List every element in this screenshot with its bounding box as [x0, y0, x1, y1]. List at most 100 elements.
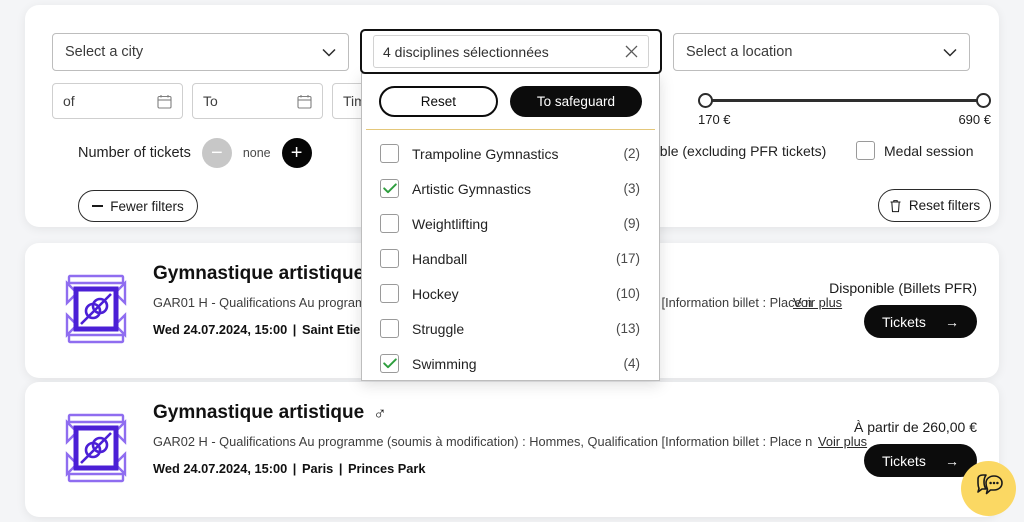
dropdown-divider — [366, 129, 655, 130]
result-title: Gymnastique artistique ♂ — [153, 263, 387, 285]
result-date: Wed 24.07.2024, 15:00 — [153, 322, 288, 337]
ticket-counter: Number of tickets − none + — [78, 138, 312, 168]
result-meta: Wed 24.07.2024, 15:00 | Saint Etienne — [153, 322, 383, 337]
disciplines-trigger-label: 4 disciplines sélectionnées — [383, 43, 549, 60]
meta-separator: | — [292, 322, 300, 337]
date-to-label: To — [203, 93, 218, 109]
discipline-option-label: Handball — [412, 250, 468, 267]
price-min-label: 170 € — [698, 112, 731, 127]
discipline-option-count: (13) — [615, 321, 640, 336]
result-card[interactable]: Gymnastique artistique ♂ GAR02 H - Quali… — [25, 382, 999, 517]
result-meta: Wed 24.07.2024, 15:00 | Paris | Princes … — [153, 461, 426, 476]
checkbox-box[interactable] — [380, 249, 399, 268]
disciplines-dropdown-trigger[interactable]: 4 disciplines sélectionnées — [360, 29, 662, 74]
fewer-filters-button[interactable]: Fewer filters — [78, 190, 198, 222]
disciplines-dropdown-panel: Reset To safeguard Trampoline Gymnastics… — [361, 73, 660, 381]
fewer-filters-label: Fewer filters — [110, 198, 184, 214]
chevron-down-icon — [322, 48, 336, 57]
result-status: À partir de 260,00 € — [854, 419, 977, 435]
result-status: Disponible (Billets PFR) — [829, 280, 977, 296]
medal-session-label: Medal session — [884, 142, 974, 159]
dropdown-reset-button[interactable]: Reset — [379, 86, 498, 117]
page-root: Select a city Select a location of To Ti — [0, 0, 1024, 522]
tickets-button-label: Tickets — [882, 452, 926, 469]
disciplines-trigger-inner[interactable]: 4 disciplines sélectionnées — [373, 35, 649, 68]
location-select[interactable]: Select a location — [673, 33, 970, 71]
checkbox-box[interactable] — [380, 319, 399, 338]
ticket-increment-button[interactable]: + — [281, 138, 312, 168]
result-see-more-link[interactable]: Voir plus — [793, 295, 842, 310]
date-from-label: of — [63, 93, 75, 109]
discipline-option-label: Hockey — [412, 285, 459, 302]
reset-filters-label: Reset filters — [908, 198, 981, 213]
discipline-option[interactable]: Struggle (13) — [362, 311, 659, 346]
date-from-input[interactable]: of — [52, 83, 183, 119]
minus-icon — [92, 205, 104, 207]
calendar-icon — [157, 94, 172, 109]
discipline-option-label: Struggle — [412, 320, 465, 337]
dropdown-actions: Reset To safeguard — [362, 86, 659, 129]
gymnastics-pictogram-icon — [55, 407, 137, 489]
discipline-option[interactable]: Weightlifting (9) — [362, 206, 659, 241]
arrow-right-icon: → — [945, 452, 959, 469]
ticket-counter-label: Number of tickets — [78, 145, 191, 161]
city-select-label: Select a city — [65, 44, 144, 60]
discipline-option-count: (9) — [623, 216, 641, 231]
checkbox-box[interactable] — [380, 284, 399, 303]
disciplines-option-list: Trampoline Gymnastics (2) Artistic Gymnast… — [362, 136, 659, 381]
discipline-option[interactable]: Handball (17) — [362, 241, 659, 276]
price-max-label: 690 € — [958, 112, 991, 127]
slider-track — [707, 99, 982, 102]
dropdown-save-button[interactable]: To safeguard — [509, 86, 642, 117]
checkbox-box — [856, 141, 875, 160]
result-venue: Princes Park — [347, 461, 426, 476]
result-city: Paris — [301, 461, 334, 476]
gymnastics-pictogram-icon — [55, 268, 137, 350]
discipline-option-label: Trampoline Gymnastics — [412, 145, 559, 162]
checkbox-box[interactable] — [380, 214, 399, 233]
chat-bubbles-icon — [974, 473, 1004, 504]
discipline-option-count: (4) — [623, 356, 641, 371]
discipline-option-count: (17) — [615, 251, 640, 266]
close-icon[interactable] — [624, 44, 639, 59]
result-see-more-link[interactable]: Voir plus — [818, 434, 867, 449]
result-title-text: Gymnastique artistique — [153, 263, 365, 284]
result-date: Wed 24.07.2024, 15:00 — [153, 461, 288, 476]
discipline-option[interactable]: Artistic Gymnastics (3) — [362, 171, 659, 206]
discipline-option-label: Swimming — [412, 355, 477, 372]
trash-icon — [889, 199, 902, 213]
calendar-icon — [297, 94, 312, 109]
meta-separator: | — [292, 461, 300, 476]
discipline-option-label: Artistic Gymnastics — [412, 180, 532, 197]
location-select-label: Select a location — [686, 44, 793, 60]
discipline-option[interactable]: Hockey (10) — [362, 276, 659, 311]
result-description: GAR02 H - Qualifications Au programme (s… — [153, 434, 813, 449]
checkbox-checked-icon[interactable] — [380, 354, 399, 373]
availability-checkbox[interactable]: vailable (excluding PFR tickets) — [631, 143, 826, 159]
ticket-decrement-button[interactable]: − — [201, 138, 232, 168]
discipline-option-label: Weightlifting — [412, 215, 489, 232]
arrow-right-icon: → — [945, 313, 959, 330]
tickets-button[interactable]: Tickets → — [864, 305, 977, 338]
slider-handle-min[interactable] — [698, 93, 713, 108]
checkbox-checked-icon[interactable] — [380, 179, 399, 198]
date-to-input[interactable]: To — [192, 83, 323, 119]
reset-filters-button[interactable]: Reset filters — [878, 189, 991, 222]
slider-handle-max[interactable] — [976, 93, 991, 108]
discipline-option-count: (3) — [623, 181, 641, 196]
discipline-option-count: (2) — [623, 146, 641, 161]
checkbox-box[interactable] — [380, 144, 399, 163]
discipline-option[interactable]: Swimming (4) — [362, 346, 659, 381]
availability-checkbox-label: vailable (excluding PFR tickets) — [631, 143, 827, 159]
ticket-count-value: none — [242, 146, 271, 160]
result-title: Gymnastique artistique ♂ — [153, 402, 387, 424]
city-select[interactable]: Select a city — [52, 33, 349, 71]
result-title-text: Gymnastique artistique — [153, 402, 365, 423]
discipline-option[interactable]: Trampoline Gymnastics (2) — [362, 136, 659, 171]
meta-separator: | — [338, 461, 346, 476]
male-gender-icon: ♂ — [373, 402, 387, 423]
discipline-option-count: (10) — [615, 286, 640, 301]
tickets-button[interactable]: Tickets → — [864, 444, 977, 477]
chat-widget-button[interactable] — [961, 461, 1016, 516]
medal-session-checkbox[interactable]: Medal session — [856, 141, 974, 160]
